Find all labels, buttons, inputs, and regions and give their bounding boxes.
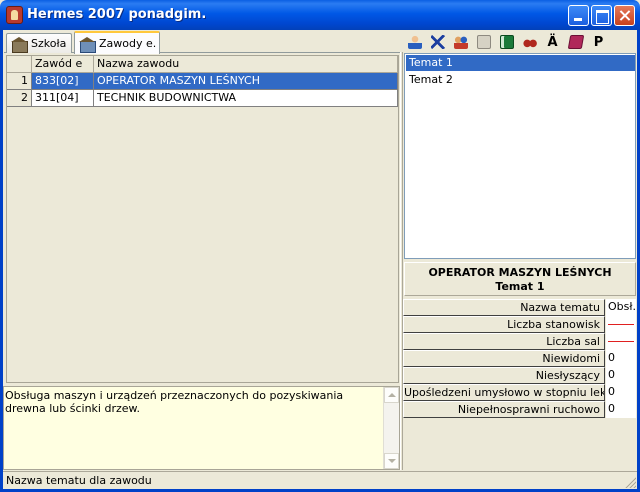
building-icon — [79, 36, 96, 53]
minimize-button[interactable] — [568, 5, 589, 26]
close-button[interactable] — [614, 5, 635, 26]
property-label[interactable]: Upośledzeni umysłowo w stopniu lekkim — [403, 384, 605, 401]
find-button[interactable] — [520, 33, 539, 52]
table-row[interactable]: 1 833[02] OPERATOR MASZYN LEŚNYCH — [7, 73, 398, 90]
tab-label: Zawody e. — [99, 37, 157, 50]
zawod-name: OPERATOR MASZYN LEŚNYCH — [94, 73, 398, 90]
tab-zawody[interactable]: Zawody e. — [74, 31, 160, 54]
header-zawod-e[interactable]: Zawód e — [32, 56, 94, 73]
copy-icon — [476, 35, 491, 49]
table-row[interactable]: 2 311[04] TECHNIK BUDOWNICTWA — [7, 90, 398, 107]
property-label[interactable]: Nazwa tematu — [403, 299, 605, 316]
row-number: 2 — [7, 90, 32, 107]
tab-szkola[interactable]: Szkoła — [6, 33, 72, 53]
list-item[interactable]: Temat 2 — [406, 72, 635, 88]
empty-value-line — [608, 324, 634, 325]
floppy-icon — [499, 35, 514, 49]
zawody-table: Zawód e Nazwa zawodu 1 833[02] OPERATOR … — [6, 55, 399, 383]
p-button[interactable]: P — [589, 33, 608, 52]
selected-zawod: OPERATOR MASZYN LEŚNYCH — [428, 266, 612, 279]
zawod-name: TECHNIK BUDOWNICTWA — [94, 90, 398, 107]
tab-label: Szkoła — [31, 37, 67, 50]
maximize-button[interactable] — [591, 5, 612, 26]
binoculars-icon — [522, 35, 537, 49]
property-row: Niewidomi 0 — [403, 350, 636, 367]
save-button[interactable] — [497, 33, 516, 52]
scroll-down-button[interactable] — [384, 453, 399, 469]
selected-temat: Temat 1 — [495, 280, 545, 293]
property-value[interactable]: 0 — [606, 384, 636, 401]
property-row: Niesłyszący 0 — [403, 367, 636, 384]
book-button[interactable] — [566, 33, 585, 52]
scissors-icon — [430, 35, 445, 49]
toolbar: Ä P — [403, 32, 637, 52]
property-label[interactable]: Niepełnosprawni ruchowo — [403, 401, 605, 418]
property-label[interactable]: Niewidomi — [403, 350, 605, 367]
resize-grip-icon[interactable] — [624, 476, 636, 488]
cut-button[interactable] — [428, 33, 447, 52]
status-text: Nazwa tematu dla zawodu — [6, 474, 152, 487]
swap-people-button[interactable] — [451, 33, 470, 52]
property-row: Upośledzeni umysłowo w stopniu lekkim 0 — [403, 384, 636, 401]
property-label[interactable]: Liczba sal — [403, 333, 605, 350]
app-icon[interactable] — [6, 6, 23, 24]
a-umlaut-button[interactable]: Ä — [543, 33, 562, 52]
header-nazwa-zawodu[interactable]: Nazwa zawodu — [94, 56, 398, 73]
scroll-up-button[interactable] — [384, 387, 399, 403]
property-row: Liczba stanowisk — [403, 316, 636, 333]
zawod-code: 833[02] — [32, 73, 94, 90]
property-row: Nazwa tematu Obsł... — [403, 299, 636, 316]
list-item[interactable]: Temat 1 — [406, 55, 635, 71]
zawod-code: 311[04] — [32, 90, 94, 107]
table-header: Zawód e Nazwa zawodu — [7, 56, 398, 73]
description-text: Obsługa maszyn i urządzeń przeznaczonych… — [5, 389, 344, 415]
property-value[interactable]: 0 — [606, 367, 636, 384]
property-row: Liczba sal — [403, 333, 636, 350]
property-value[interactable]: 0 — [606, 350, 636, 367]
people-icon — [453, 35, 468, 49]
property-value[interactable]: 0 — [606, 401, 636, 418]
title-bar: Hermes 2007 ponadgim. — [0, 0, 640, 30]
add-person-button[interactable] — [405, 33, 424, 52]
window-title: Hermes 2007 ponadgim. — [27, 7, 207, 22]
book-icon — [567, 35, 584, 49]
property-label[interactable]: Liczba stanowisk — [403, 316, 605, 333]
property-label[interactable]: Niesłyszący — [403, 367, 605, 384]
row-number: 1 — [7, 73, 32, 90]
header-corner — [7, 56, 32, 73]
property-value[interactable]: Obsł... — [606, 299, 636, 316]
person-icon — [407, 35, 422, 49]
copy-button[interactable] — [474, 33, 493, 52]
property-row: Niepełnosprawni ruchowo 0 — [403, 401, 636, 418]
description-scrollbar[interactable] — [383, 387, 399, 469]
status-bar: Nazwa tematu dla zawodu — [3, 471, 637, 489]
description-box[interactable]: Obsługa maszyn i urządzeń przeznaczonych… — [3, 386, 400, 470]
building-icon — [11, 36, 28, 53]
selected-header: OPERATOR MASZYN LEŚNYCH Temat 1 — [404, 262, 636, 296]
empty-value-line — [608, 341, 634, 342]
temat-list: Temat 1 Temat 2 — [404, 53, 636, 259]
